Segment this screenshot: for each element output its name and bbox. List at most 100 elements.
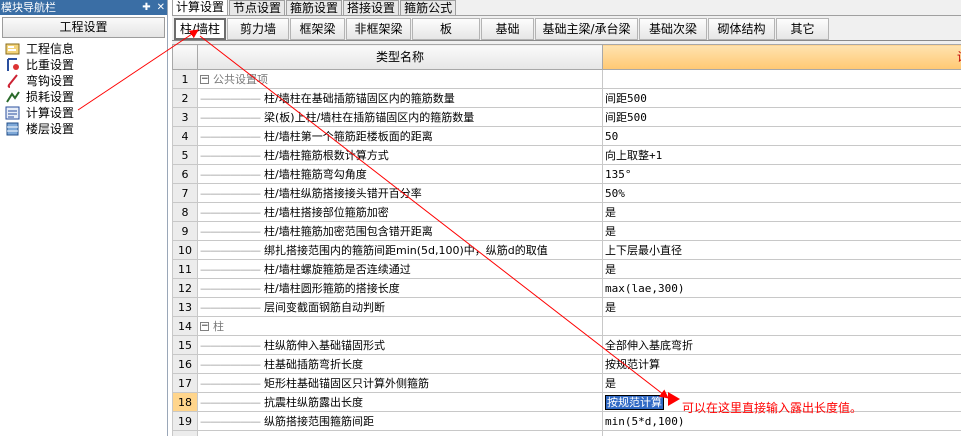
nav-item-hook-settings[interactable]: 弯钩设置 — [4, 73, 167, 89]
setting-value-cell[interactable]: 是 — [602, 202, 961, 222]
setting-value-cell[interactable]: 上下层最小直径 — [602, 240, 961, 260]
subtab-non-frame-beam[interactable]: 非框架梁 — [346, 18, 411, 40]
row-number[interactable]: 6 — [172, 164, 198, 184]
setting-value-cell[interactable] — [602, 69, 961, 89]
setting-value-cell[interactable]: 50 — [602, 126, 961, 146]
table-row[interactable]: 5 —————— 柱/墙柱箍筋根数计算方式 向上取整+1 — [172, 145, 961, 165]
table-row[interactable]: 7 —————— 柱/墙柱纵筋搭接接头错开百分率 50% — [172, 183, 961, 203]
row-number[interactable]: 3 — [172, 107, 198, 127]
row-number[interactable]: 11 — [172, 259, 198, 279]
nav-header-project-settings[interactable]: 工程设置 — [2, 17, 165, 38]
row-number[interactable]: 17 — [172, 373, 198, 393]
row-number[interactable]: 15 — [172, 335, 198, 355]
column-header-name[interactable]: 类型名称 — [197, 44, 603, 70]
tab-node-settings[interactable]: 节点设置 — [229, 0, 286, 15]
setting-value[interactable]: 是 — [605, 225, 616, 238]
tab-lap-settings[interactable]: 搭接设置 — [343, 0, 400, 15]
subtab-slab[interactable]: 板 — [412, 18, 480, 40]
setting-value-cell[interactable]: 是 — [602, 297, 961, 317]
setting-value[interactable]: 50 — [605, 130, 618, 143]
subtab-foundation[interactable]: 基础 — [481, 18, 534, 40]
pin-icon[interactable]: ✚ — [142, 0, 150, 15]
collapse-icon[interactable]: − — [200, 75, 209, 84]
row-number[interactable]: 9 — [172, 221, 198, 241]
subtab-foundation-main-beam[interactable]: 基础主梁/承台梁 — [535, 18, 638, 40]
setting-value[interactable]: 按规范计算 — [605, 358, 660, 371]
row-number[interactable]: 13 — [172, 297, 198, 317]
setting-value-cell[interactable] — [602, 316, 961, 336]
setting-value[interactable]: 全部伸入基底弯折 — [605, 339, 693, 352]
nav-item-project-info[interactable]: 工程信息 — [4, 41, 167, 57]
subtab-column[interactable]: 柱/墙柱 — [174, 18, 226, 40]
setting-value-cell[interactable]: 间距500 — [602, 107, 961, 127]
table-row[interactable]: 11 —————— 柱/墙柱螺旋箍筋是否连续通过是 — [172, 259, 961, 279]
setting-value[interactable]: 间距500 — [605, 92, 647, 105]
setting-value-editing[interactable]: 按规范计算 — [605, 394, 664, 410]
setting-value-cell[interactable]: 间距500 — [602, 88, 961, 108]
subtab-shear-wall[interactable]: 剪力墙 — [227, 18, 289, 40]
table-row[interactable]: 10 —————— 绑扎搭接范围内的箍筋间距min(5d,100)中，纵筋d的取值上… — [172, 240, 961, 260]
setting-value[interactable]: 135° — [605, 168, 632, 181]
table-row[interactable]: 1− 公共设置项 — [172, 69, 961, 89]
subtab-frame-beam[interactable]: 框架梁 — [290, 18, 345, 40]
subtab-foundation-secondary-beam[interactable]: 基础次梁 — [639, 18, 707, 40]
tab-stirrup-formula[interactable]: 箍筋公式 — [400, 0, 457, 15]
setting-value-cell[interactable]: 按规范计算 — [602, 354, 961, 374]
row-number[interactable]: 19 — [172, 411, 198, 431]
row-number[interactable]: 18 — [172, 392, 198, 412]
subtab-masonry[interactable]: 砌体结构 — [708, 18, 775, 40]
close-icon[interactable]: ✕ — [157, 0, 165, 15]
column-header-value[interactable]: 设 — [602, 44, 961, 70]
table-row[interactable]: 12 —————— 柱/墙柱圆形箍筋的搭接长度 max(lae,300) — [172, 278, 961, 298]
table-row[interactable]: 4 —————— 柱/墙柱第一个箍筋距楼板面的距离 50 — [172, 126, 961, 146]
table-row[interactable]: 6 —————— 柱/墙柱箍筋弯勾角度 135° — [172, 164, 961, 184]
setting-value[interactable]: 向上取整+1 — [605, 149, 662, 162]
setting-value[interactable]: 是 — [605, 263, 616, 276]
table-row[interactable]: 17 —————— 矩形柱基础锚固区只计算外侧箍筋是 — [172, 373, 961, 393]
setting-value-cell[interactable]: 向上取整+1 — [602, 145, 961, 165]
setting-value-cell[interactable]: 是 — [602, 373, 961, 393]
setting-value[interactable]: 间距500 — [605, 111, 647, 124]
table-row[interactable]: 20—————— — [172, 430, 961, 436]
setting-value[interactable]: min(5*d,100) — [605, 415, 684, 428]
setting-value[interactable]: 是 — [605, 301, 616, 314]
tab-calc-settings[interactable]: 计算设置 — [172, 0, 229, 15]
setting-value-cell[interactable]: 135° — [602, 164, 961, 184]
setting-value-cell[interactable]: 全部伸入基底弯折 — [602, 335, 961, 355]
row-number[interactable]: 5 — [172, 145, 198, 165]
nav-item-calc-settings[interactable]: 计算设置 — [4, 105, 167, 121]
table-row[interactable]: 14− 柱 — [172, 316, 961, 336]
collapse-icon[interactable]: − — [200, 322, 209, 331]
row-number[interactable]: 10 — [172, 240, 198, 260]
subtab-other[interactable]: 其它 — [776, 18, 829, 40]
row-number[interactable]: 1 — [172, 69, 198, 89]
setting-value[interactable]: 50% — [605, 187, 625, 200]
row-number[interactable]: 12 — [172, 278, 198, 298]
setting-value-cell[interactable]: 是 — [602, 259, 961, 279]
setting-value-cell[interactable]: 50% — [602, 183, 961, 203]
setting-value[interactable]: max(lae,300) — [605, 282, 684, 295]
setting-value[interactable]: 是 — [605, 377, 616, 390]
table-row[interactable]: 15 —————— 柱纵筋伸入基础锚固形式 全部伸入基底弯折 — [172, 335, 961, 355]
row-number[interactable]: 7 — [172, 183, 198, 203]
table-row[interactable]: 16 —————— 柱基础插筋弯折长度 按规范计算 — [172, 354, 961, 374]
row-number[interactable]: 16 — [172, 354, 198, 374]
setting-value[interactable]: 是 — [605, 206, 616, 219]
row-number[interactable]: 2 — [172, 88, 198, 108]
table-row[interactable]: 9 —————— 柱/墙柱箍筋加密范围包含错开距离是 — [172, 221, 961, 241]
setting-value[interactable]: 上下层最小直径 — [605, 244, 682, 257]
row-number[interactable]: 14 — [172, 316, 198, 336]
row-number[interactable]: 20 — [172, 430, 198, 436]
setting-value-cell[interactable]: max(lae,300) — [602, 278, 961, 298]
table-row[interactable]: 8 —————— 柱/墙柱搭接部位箍筋加密是 — [172, 202, 961, 222]
nav-item-loss-settings[interactable]: 损耗设置 — [4, 89, 167, 105]
row-number[interactable]: 4 — [172, 126, 198, 146]
table-row[interactable]: 2 —————— 柱/墙柱在基础插筋锚固区内的箍筋数量 间距500 — [172, 88, 961, 108]
nav-item-floor-settings[interactable]: 楼层设置 — [4, 121, 167, 137]
nav-item-weight-settings[interactable]: 比重设置 — [4, 57, 167, 73]
row-number[interactable]: 8 — [172, 202, 198, 222]
setting-value-cell[interactable] — [602, 430, 961, 436]
tab-stirrup-settings[interactable]: 箍筋设置 — [286, 0, 343, 15]
setting-value-cell[interactable]: 是 — [602, 221, 961, 241]
table-row[interactable]: 3 —————— 梁(板)上柱/墙柱在插筋锚固区内的箍筋数量 间距500 — [172, 107, 961, 127]
